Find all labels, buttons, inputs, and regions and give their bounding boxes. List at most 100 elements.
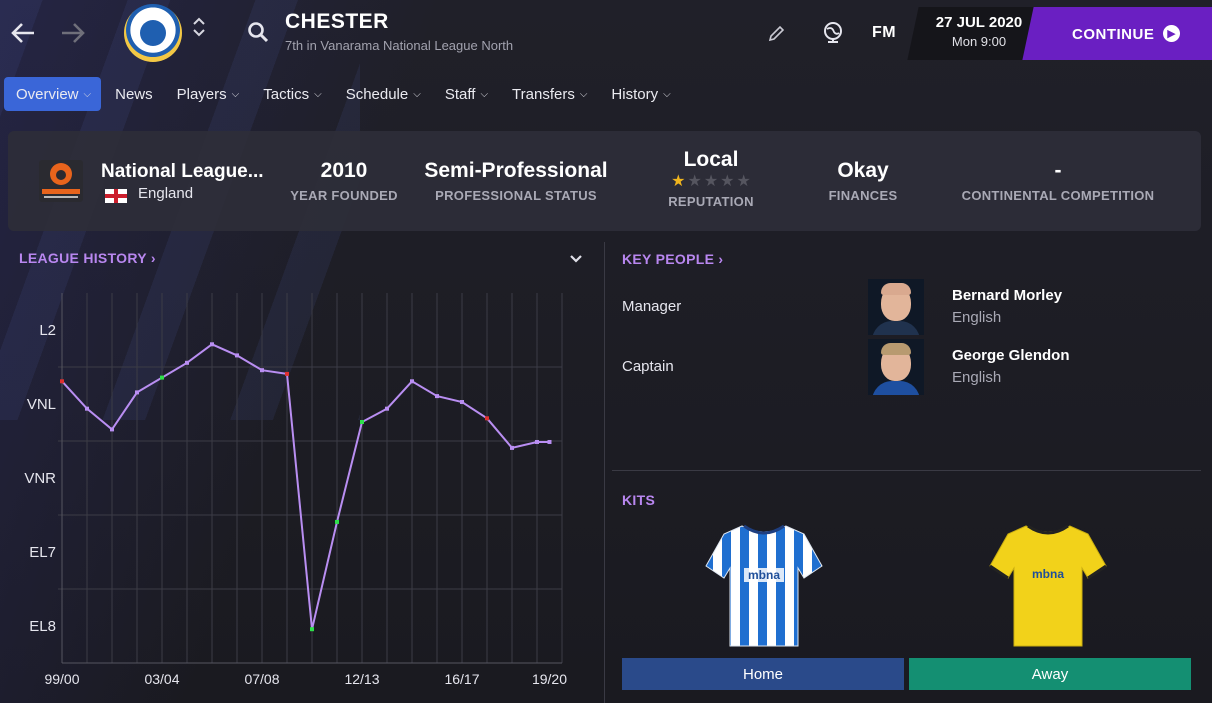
avatar-hair bbox=[881, 283, 911, 295]
stat-reputation: Local ★ ★ ★ ★ ★ REPUTATION bbox=[651, 148, 771, 209]
fm-logo[interactable]: FM bbox=[872, 24, 896, 42]
club-league-position: 7th in Vanarama National League North bbox=[285, 38, 514, 53]
person-name[interactable]: Bernard Morley bbox=[952, 287, 1062, 304]
tab-label: News bbox=[115, 85, 153, 103]
chevron-down-icon: ⌵ bbox=[413, 88, 421, 100]
history-point bbox=[510, 445, 514, 450]
history-point bbox=[460, 400, 464, 405]
top-bar: CHESTER 7th in Vanarama National League … bbox=[0, 0, 1212, 66]
x-tick-label: 03/04 bbox=[144, 671, 179, 687]
tab-history[interactable]: History ⌵ bbox=[601, 77, 680, 111]
chevron-down-icon[interactable] bbox=[568, 250, 586, 268]
star-icon: ★ bbox=[687, 173, 702, 190]
pencil-icon[interactable] bbox=[766, 24, 786, 44]
key-people-title[interactable]: KEY PEOPLE › bbox=[622, 251, 723, 267]
league-history-chart: L2 VNL VNR EL7 EL8 99/00 03/04 07/08 12/13 16/17 1… bbox=[24, 293, 567, 687]
chevron-down-icon: ⌵ bbox=[314, 88, 322, 100]
chevron-down-icon: ⌵ bbox=[663, 88, 671, 100]
x-tick-label: 12/13 bbox=[344, 671, 379, 687]
country-name: England bbox=[138, 185, 194, 202]
back-arrow-icon[interactable] bbox=[8, 18, 38, 48]
stat-professional-status: Semi-Professional PROFESSIONAL STATUS bbox=[416, 159, 616, 203]
history-point bbox=[260, 368, 264, 373]
chevron-right-icon: › bbox=[718, 251, 724, 267]
chevron-up-icon[interactable] bbox=[192, 16, 206, 26]
history-point bbox=[360, 420, 364, 424]
x-tick-label: 99/00 bbox=[44, 671, 79, 687]
chevron-down-icon: ⌵ bbox=[231, 88, 240, 100]
chevron-down-icon: ⌵ bbox=[83, 88, 92, 100]
england-flag-icon bbox=[105, 189, 127, 203]
away-kit-button[interactable]: Away bbox=[909, 658, 1191, 690]
stat-value: Okay bbox=[837, 159, 889, 182]
history-point bbox=[235, 353, 239, 358]
tab-overview[interactable]: Overview ⌵ bbox=[4, 77, 102, 111]
y-tick-label: VNL bbox=[27, 396, 56, 413]
tab-label: Overview bbox=[16, 85, 79, 103]
history-point bbox=[60, 379, 64, 384]
kits-title: KITS bbox=[622, 492, 656, 508]
history-point bbox=[135, 390, 139, 395]
stat-label: CONTINENTAL COMPETITION bbox=[961, 188, 1155, 203]
club-info-panel: National League... England 2010 YEAR FOU… bbox=[8, 131, 1201, 231]
x-tick-label: 07/08 bbox=[244, 671, 279, 687]
stat-value: - bbox=[1054, 159, 1062, 182]
x-tick-label: 19/20 bbox=[532, 671, 567, 687]
avatar-shirt bbox=[872, 321, 920, 335]
stat-continental-competition: - CONTINENTAL COMPETITION bbox=[948, 159, 1168, 203]
tab-tactics[interactable]: Tactics ⌵ bbox=[253, 77, 331, 111]
tab-staff[interactable]: Staff ⌵ bbox=[435, 77, 498, 111]
person-name[interactable]: George Glendon bbox=[952, 347, 1070, 364]
section-title-text: KEY PEOPLE bbox=[622, 251, 715, 267]
home-kit-shirt[interactable]: mbna bbox=[704, 520, 824, 648]
captain-avatar[interactable] bbox=[868, 339, 924, 395]
star-icon: ★ bbox=[736, 173, 751, 190]
chevron-down-icon[interactable] bbox=[192, 28, 206, 38]
crest-center bbox=[140, 20, 166, 46]
search-icon[interactable] bbox=[246, 20, 270, 44]
club-name: CHESTER bbox=[285, 10, 389, 33]
club-switcher[interactable] bbox=[192, 16, 206, 38]
forward-arrow-icon[interactable] bbox=[58, 18, 88, 48]
x-tick-label: 16/17 bbox=[444, 671, 479, 687]
star-icon: ★ bbox=[720, 173, 735, 190]
person-nationality: English bbox=[952, 309, 1002, 326]
y-tick-label: EL8 bbox=[29, 618, 56, 635]
tab-label: History bbox=[611, 85, 659, 103]
history-point bbox=[485, 416, 489, 421]
play-circle-icon[interactable]: ▶ bbox=[1163, 25, 1180, 42]
history-point bbox=[335, 519, 339, 524]
home-kit-button[interactable]: Home bbox=[622, 658, 904, 690]
tab-schedule[interactable]: Schedule ⌵ bbox=[336, 77, 431, 111]
history-point bbox=[385, 406, 389, 411]
history-point bbox=[285, 371, 289, 376]
club-crest[interactable] bbox=[124, 4, 182, 62]
avatar-shirt bbox=[872, 381, 920, 395]
stat-label: YEAR FOUNDED bbox=[290, 188, 398, 203]
globe-icon[interactable] bbox=[820, 20, 846, 46]
league-name[interactable]: National League... bbox=[101, 161, 276, 183]
continue-label[interactable]: CONTINUE bbox=[1072, 26, 1154, 43]
history-point bbox=[410, 379, 414, 384]
stat-value: Semi-Professional bbox=[424, 159, 608, 182]
reputation-stars: ★ ★ ★ ★ ★ bbox=[651, 174, 771, 190]
chevron-right-icon: › bbox=[150, 250, 156, 266]
tab-news[interactable]: News bbox=[105, 77, 163, 111]
y-tick-label: VNR bbox=[24, 470, 56, 487]
history-point bbox=[435, 394, 439, 399]
league-history-title[interactable]: LEAGUE HISTORY › bbox=[19, 250, 156, 266]
tab-transfers[interactable]: Transfers ⌵ bbox=[502, 77, 597, 111]
chevron-down-icon: ⌵ bbox=[480, 88, 489, 100]
stat-value: 2010 bbox=[320, 159, 368, 182]
tab-players[interactable]: Players ⌵ bbox=[167, 77, 250, 111]
current-date: 27 JUL 2020 bbox=[935, 14, 1023, 31]
away-kit-shirt[interactable]: mbna bbox=[988, 520, 1108, 648]
history-line bbox=[61, 343, 550, 630]
section-divider bbox=[612, 470, 1201, 471]
history-point bbox=[547, 439, 552, 444]
manager-avatar[interactable] bbox=[868, 279, 924, 335]
league-logo[interactable] bbox=[36, 156, 86, 206]
tab-label: Players bbox=[176, 85, 227, 103]
y-tick-label: EL7 bbox=[29, 544, 56, 561]
history-point bbox=[110, 427, 114, 432]
